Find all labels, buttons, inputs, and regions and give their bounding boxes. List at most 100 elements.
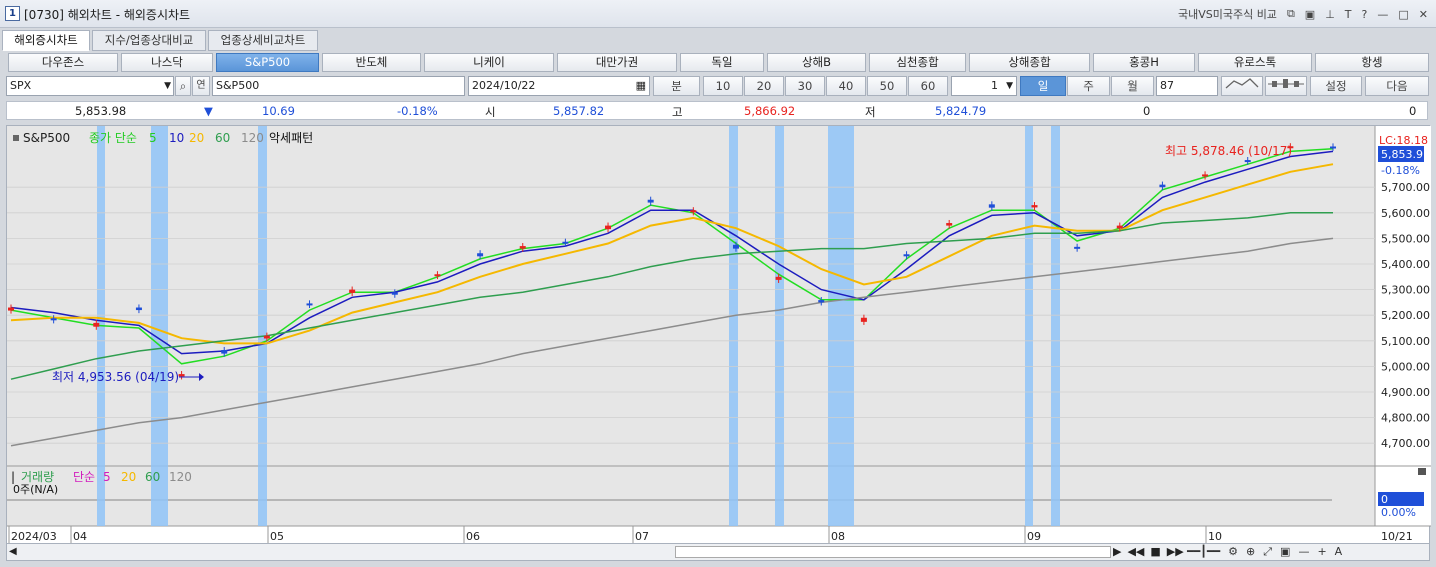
bottom-toolbar: ◀ ▶ ◀◀ ■ ▶▶ ━━┃━━ ⚙ ⊕ ⤢ ▣ — + A (6, 543, 1430, 561)
market-button-sp500[interactable]: S&P500 (216, 53, 319, 72)
date-input[interactable]: 2024/10/22 ▦ (468, 76, 650, 96)
close-pane-icon[interactable] (1418, 468, 1426, 475)
market-button-hangseng[interactable]: 항셍 (1315, 53, 1429, 72)
date-value: 2024/10/22 (472, 79, 536, 92)
tab-bar: 해외증시차트 지수/업종상대비교 업종상세비교차트 (0, 30, 1436, 51)
title-bar: 1 [0730] 해외차트 - 해외증시차트 국내VS미국주식 비교 ⧉ ▣ ⊥… (0, 0, 1436, 28)
tab-overseas-chart[interactable]: 해외증시차트 (2, 30, 90, 51)
candle-body (946, 223, 953, 226)
minute-50-button[interactable]: 50 (867, 76, 907, 96)
settings-button[interactable]: 설정 (1310, 76, 1362, 96)
volume-value: 0 (1143, 104, 1151, 118)
connect-button[interactable]: 연 (192, 76, 210, 96)
symbol-name-field: S&P500 (212, 76, 465, 96)
calendar-icon[interactable]: ▦ (636, 77, 646, 95)
y-tick-label: 5,600.00 (1381, 207, 1430, 220)
image-icon[interactable]: ▣ (1280, 545, 1290, 559)
tab-sector-compare[interactable]: 업종상세비교차트 (208, 30, 318, 51)
market-button-eurostoxx[interactable]: 유로스톡 (1198, 53, 1312, 72)
market-button-semiconductor[interactable]: 반도체 (322, 53, 421, 72)
y-tick-label: 5,100.00 (1381, 335, 1430, 348)
search-icon[interactable]: ⌕ (175, 76, 191, 96)
symbol-code-select[interactable]: SPX ▼ (6, 76, 174, 96)
title-bar-controls: 국내VS미국주식 비교 ⧉ ▣ ⊥ T ? — □ ✕ (1178, 6, 1428, 22)
price-chart[interactable]: 5,700.00 5,600.00 5,500.00 5,400.00 5,300.00… (7, 126, 1431, 544)
current-price: 5,853.98 (75, 104, 127, 118)
settings-icon[interactable]: ⚙ (1228, 545, 1238, 559)
minute-60-button[interactable]: 60 (908, 76, 948, 96)
market-button-shanghai[interactable]: 상해종합 (969, 53, 1090, 72)
market-button-nasdaq[interactable]: 나스닥 (121, 53, 213, 72)
y-tick-label: 4,800.00 (1381, 412, 1430, 425)
pattern-highlight (775, 126, 784, 526)
market-button-shanghai-b[interactable]: 상해B (767, 53, 866, 72)
font-size-icon[interactable]: A (1335, 545, 1343, 559)
zoom-out-icon[interactable]: — (1298, 545, 1309, 559)
period-day-button[interactable]: 일 (1020, 76, 1066, 96)
crosshair-icon[interactable]: ⊕ (1246, 545, 1255, 559)
help-icon[interactable]: ? (1362, 8, 1368, 21)
period-count-select[interactable]: 1 ▼ (951, 76, 1017, 96)
x-tick-label: 07 (635, 530, 649, 543)
x-tick-label: 06 (466, 530, 480, 543)
chevron-down-icon[interactable]: ▼ (164, 77, 171, 95)
minute-40-button[interactable]: 40 (826, 76, 866, 96)
restore-window-icon[interactable]: ⧉ (1287, 7, 1295, 21)
candle-body (647, 199, 654, 203)
candle-body (988, 204, 995, 208)
bar-count-input[interactable]: 87 (1156, 76, 1218, 96)
y-tick-label: 5,000.00 (1381, 360, 1430, 373)
candle-body (391, 292, 398, 295)
zoom-slider-icon[interactable]: ━━┃━━ (1187, 545, 1220, 559)
maximize-icon[interactable]: □ (1398, 8, 1408, 21)
compare-link[interactable]: 국내VS미국주식 비교 (1178, 6, 1277, 22)
y-tick-label: 4,700.00 (1381, 437, 1430, 450)
candle-chart-icon[interactable] (1265, 76, 1307, 96)
current-price-tag: 5,853.9 (1381, 148, 1423, 161)
close-icon[interactable]: ✕ (1419, 8, 1428, 21)
expand-icon[interactable]: ⤢ (1263, 545, 1272, 559)
forward-icon[interactable]: ▶▶ (1167, 545, 1184, 558)
minimize-icon[interactable]: — (1377, 8, 1388, 21)
chevron-down-icon[interactable]: ▼ (1006, 77, 1013, 95)
screen-icon[interactable]: ▣ (1305, 8, 1315, 21)
low-label: 저 (865, 105, 876, 119)
pattern-highlight (258, 126, 267, 526)
rewind-icon[interactable]: ◀◀ (1127, 545, 1144, 558)
market-button-dow[interactable]: 다우존스 (8, 53, 118, 72)
period-week-button[interactable]: 주 (1067, 76, 1110, 96)
market-button-germany[interactable]: 독일 (680, 53, 764, 72)
scrollbar-thumb[interactable] (675, 546, 1111, 558)
minute-20-button[interactable]: 20 (744, 76, 784, 96)
market-button-hongkong-h[interactable]: 홍콩H (1093, 53, 1195, 72)
scroll-left-icon[interactable]: ◀ (9, 546, 17, 557)
candle-body (562, 241, 569, 244)
market-button-shenzhen[interactable]: 심천종합 (869, 53, 966, 72)
font-icon[interactable]: T (1345, 8, 1352, 21)
market-button-nikkei[interactable]: 니케이 (424, 53, 554, 72)
volume-legend-marker: | (11, 470, 15, 484)
period-month-button[interactable]: 월 (1111, 76, 1154, 96)
volume-legend-type: 단순 (73, 470, 95, 484)
line-chart-icon[interactable] (1221, 76, 1263, 96)
minute-10-button[interactable]: 10 (703, 76, 743, 96)
high-annotation: 최고 5,878.46 (10/17) (1165, 144, 1292, 158)
change-pct-tag: -0.18% (1381, 164, 1420, 177)
pattern-label: 악세패턴 (269, 131, 313, 145)
x-tick-label: 2024/03 (11, 530, 57, 543)
next-button[interactable]: 다음 (1365, 76, 1429, 96)
candle-body (221, 350, 228, 354)
stop-icon[interactable]: ■ (1150, 545, 1160, 558)
chart-panel[interactable]: 5,700.00 5,600.00 5,500.00 5,400.00 5,300.00… (6, 125, 1431, 545)
minute-30-button[interactable]: 30 (785, 76, 825, 96)
tab-index-compare[interactable]: 지수/업종상대비교 (92, 30, 206, 51)
play-icon[interactable]: ▶ (1113, 545, 1121, 558)
candle-body (477, 253, 484, 257)
pattern-highlight (151, 126, 168, 526)
zoom-in-icon[interactable]: + (1317, 545, 1326, 559)
pin-icon[interactable]: ⊥ (1325, 8, 1335, 21)
unit-minute-button[interactable]: 분 (653, 76, 700, 96)
quote-info-row: 5,853.98 ▼ 10.69 -0.18% 시 5,857.82 고 5,8… (6, 101, 1428, 120)
market-button-taiwan[interactable]: 대만가권 (557, 53, 677, 72)
volume-legend-ma60: 60 (145, 470, 160, 484)
